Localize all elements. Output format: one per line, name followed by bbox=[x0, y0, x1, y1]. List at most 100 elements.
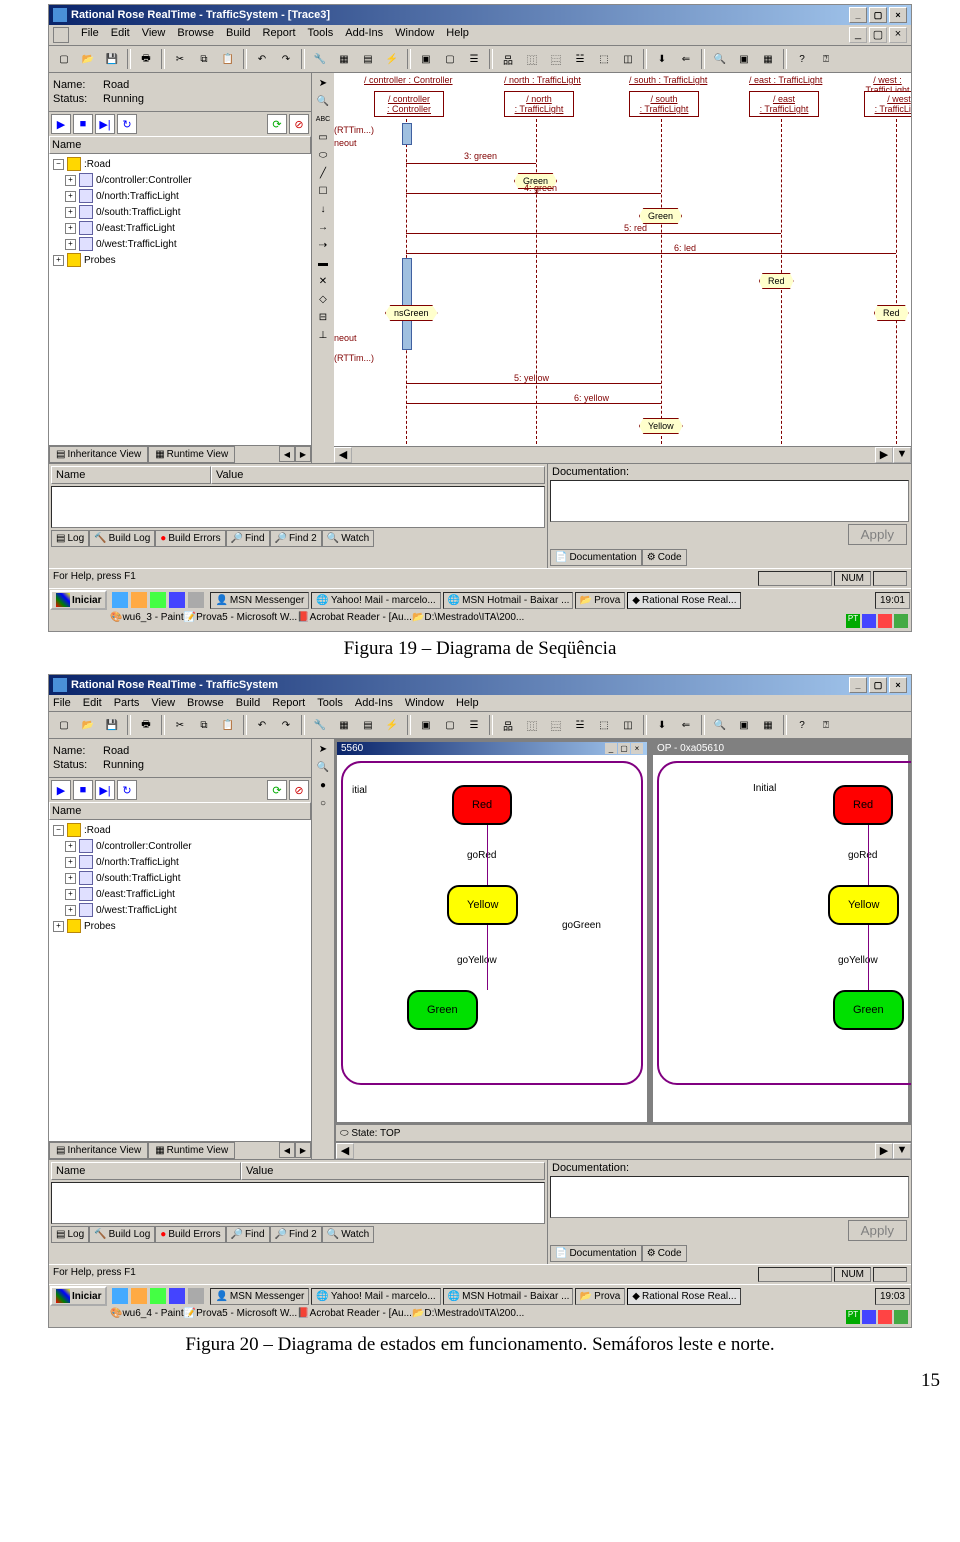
tool2-icon[interactable]: ▦ bbox=[333, 714, 355, 736]
tab-runtime[interactable]: ▦Runtime View bbox=[148, 446, 235, 463]
lifeline-box[interactable]: / north: TrafficLight bbox=[504, 91, 574, 117]
close-button[interactable]: × bbox=[631, 743, 643, 754]
taskbar-task[interactable]: 👤MSN Messenger bbox=[210, 592, 309, 609]
tab-find2[interactable]: 🔎 Find 2 bbox=[270, 1226, 322, 1243]
new-icon[interactable]: ▢ bbox=[53, 48, 75, 70]
menu-file[interactable]: File bbox=[53, 697, 71, 709]
minimize-button[interactable]: _ bbox=[605, 743, 617, 754]
expander-icon[interactable]: + bbox=[65, 905, 76, 916]
menu-edit[interactable]: Edit bbox=[83, 697, 102, 709]
taskbar-task[interactable]: 📕Acrobat Reader - [Au... bbox=[297, 612, 412, 630]
state-green[interactable]: Green bbox=[407, 990, 478, 1030]
taskbar-task[interactable]: 📂Prova bbox=[575, 592, 626, 609]
zoom1-icon[interactable]: 🔍 bbox=[709, 48, 731, 70]
tree-root[interactable]: :Road bbox=[84, 825, 111, 836]
expander-icon[interactable]: + bbox=[65, 191, 76, 202]
taskbar-task[interactable]: 📕Acrobat Reader - [Au... bbox=[297, 1308, 412, 1326]
tab-inheritance[interactable]: ▤Inheritance View bbox=[49, 1142, 148, 1159]
undo-icon[interactable]: ↶ bbox=[251, 48, 273, 70]
expander-icon[interactable]: + bbox=[65, 873, 76, 884]
redo-icon[interactable]: ↷ bbox=[275, 48, 297, 70]
tray-icon[interactable] bbox=[862, 1310, 876, 1324]
view2-icon[interactable]: ▢ bbox=[439, 714, 461, 736]
menu-view[interactable]: View bbox=[151, 697, 175, 709]
state-yellow[interactable]: Yellow bbox=[828, 885, 899, 925]
expander-icon[interactable]: + bbox=[65, 207, 76, 218]
state-red[interactable]: Red bbox=[452, 785, 512, 825]
taskbar-task-active[interactable]: ◆Rational Rose Real... bbox=[627, 592, 741, 609]
col-name[interactable]: Name bbox=[51, 1162, 241, 1180]
diag5-icon[interactable]: ⬚ bbox=[593, 48, 615, 70]
maximize-button[interactable]: ▢ bbox=[618, 743, 630, 754]
menu-window[interactable]: Window bbox=[395, 27, 434, 43]
taskbar-task[interactable]: 🌐Yahoo! Mail - marcelo... bbox=[311, 1288, 440, 1305]
taskbar-task[interactable]: 🎨wu6_4 - Paint bbox=[110, 1308, 184, 1326]
separator-icon[interactable]: ⊟ bbox=[314, 309, 332, 325]
taskbar-task-active[interactable]: ◆Rational Rose Real... bbox=[627, 1288, 741, 1305]
nav1-icon[interactable]: ⬇ bbox=[651, 714, 673, 736]
paste-icon[interactable]: 📋 bbox=[217, 48, 239, 70]
state-red[interactable]: Red bbox=[874, 305, 909, 321]
redo-icon[interactable]: ↷ bbox=[275, 714, 297, 736]
ql-icon[interactable] bbox=[187, 591, 205, 609]
expander-icon[interactable]: + bbox=[65, 857, 76, 868]
scroll-right-icon[interactable]: ▶ bbox=[295, 1142, 311, 1158]
taskbar-task[interactable]: 📂Prova bbox=[575, 1288, 626, 1305]
tab-runtime[interactable]: ▦Runtime View bbox=[148, 1142, 235, 1159]
expander-icon[interactable]: + bbox=[65, 175, 76, 186]
step-button[interactable]: ▶| bbox=[95, 114, 115, 134]
message-arrow[interactable] bbox=[406, 233, 781, 234]
menu-report[interactable]: Report bbox=[272, 697, 305, 709]
tool4-icon[interactable]: ⚡ bbox=[381, 714, 403, 736]
expander-icon[interactable]: + bbox=[65, 841, 76, 852]
minimize-button[interactable]: _ bbox=[849, 7, 867, 23]
doc-text[interactable] bbox=[550, 480, 909, 522]
ql-icon[interactable] bbox=[168, 591, 186, 609]
state-nsgreen[interactable]: nsGreen bbox=[385, 305, 438, 321]
tab-builderrors[interactable]: ● Build Errors bbox=[155, 1226, 225, 1243]
lifeline-box[interactable]: / south: TrafficLight bbox=[629, 91, 699, 117]
scroll-left-icon[interactable]: ◀ bbox=[334, 447, 352, 463]
anchor-icon[interactable]: ⬭ bbox=[314, 147, 332, 163]
menu-window[interactable]: Window bbox=[405, 697, 444, 709]
arrow-dash-icon[interactable]: ⇢ bbox=[314, 237, 332, 253]
zoom2-icon[interactable]: ▣ bbox=[733, 714, 755, 736]
cancel-button[interactable]: ⊘ bbox=[289, 114, 309, 134]
scroll-left-icon[interactable]: ◀ bbox=[279, 1142, 295, 1158]
hscrollbar[interactable]: ◀ ▶ ▼ bbox=[336, 1142, 911, 1159]
state-window-2[interactable]: OP - 0xa05610 Initial Red goRed Yellow g… bbox=[652, 741, 909, 1123]
pointer-icon[interactable]: ➤ bbox=[314, 75, 332, 91]
lifeline-box[interactable]: / east: TrafficLight bbox=[749, 91, 819, 117]
menu-edit[interactable]: Edit bbox=[111, 27, 130, 43]
scroll-right-icon[interactable]: ▶ bbox=[295, 446, 311, 462]
tab-documentation[interactable]: 📄 Documentation bbox=[550, 1245, 642, 1262]
stop-button[interactable]: ■ bbox=[73, 780, 93, 800]
tab-log[interactable]: ▤ Log bbox=[51, 530, 89, 547]
open-icon[interactable]: 📂 bbox=[77, 48, 99, 70]
print-icon[interactable]: 🖶 bbox=[135, 48, 157, 70]
menu-tools[interactable]: Tools bbox=[317, 697, 343, 709]
cut-icon[interactable]: ✂ bbox=[169, 48, 191, 70]
tray-icon[interactable] bbox=[894, 1310, 908, 1324]
zoom-icon[interactable]: 🔍 bbox=[314, 759, 332, 775]
zoom-icon[interactable]: 🔍 bbox=[314, 93, 332, 109]
refresh-button[interactable]: ⟳ bbox=[267, 780, 287, 800]
zoom3-icon[interactable]: ▦ bbox=[757, 48, 779, 70]
taskbar-task[interactable]: 🎨wu6_3 - Paint bbox=[110, 612, 184, 630]
loop-button[interactable]: ↻ bbox=[117, 780, 137, 800]
tool-icon[interactable]: 🔧 bbox=[309, 714, 331, 736]
tab-documentation[interactable]: 📄 Documentation bbox=[550, 549, 642, 566]
maximize-button[interactable]: ▢ bbox=[869, 677, 887, 693]
tab-buildlog[interactable]: 🔨 Build Log bbox=[89, 1226, 155, 1243]
diag1-icon[interactable]: 品 bbox=[497, 714, 519, 736]
tab-buildlog[interactable]: 🔨 Build Log bbox=[89, 530, 155, 547]
nav2-icon[interactable]: ⇐ bbox=[675, 714, 697, 736]
ql-icon[interactable] bbox=[168, 1287, 186, 1305]
menu-addins[interactable]: Add-Ins bbox=[345, 27, 383, 43]
tree-view[interactable]: −:Road +0/controller:Controller +0/north… bbox=[49, 154, 311, 445]
close-button[interactable]: × bbox=[889, 7, 907, 23]
state-green[interactable]: Green bbox=[833, 990, 904, 1030]
text-icon[interactable]: ABC bbox=[314, 111, 332, 127]
mdi-minimize-button[interactable]: _ bbox=[849, 27, 867, 43]
taskbar-task[interactable]: 📂D:\Mestrado\ITA\200... bbox=[412, 612, 524, 630]
